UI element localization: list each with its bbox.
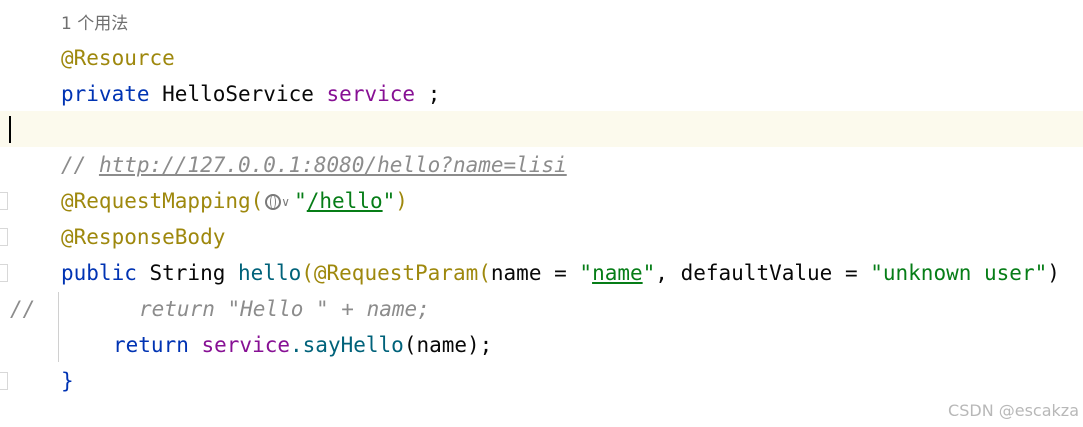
watermark: CSDN @escakza xyxy=(948,401,1079,420)
annotation-response-body: @ResponseBody xyxy=(61,225,226,249)
chevron-down-icon[interactable]: ∨ xyxy=(281,184,290,220)
indent-guide xyxy=(58,292,59,362)
param-value-link[interactable]: name xyxy=(592,261,643,285)
paren: ) xyxy=(395,189,408,213)
usage-hint[interactable]: 1 个用法 xyxy=(61,9,128,34)
mapping-path-link[interactable]: /hello xyxy=(307,189,383,213)
string-quote: " xyxy=(382,189,396,213)
code-line[interactable]: } xyxy=(0,363,1083,399)
code-line[interactable]: return service.sayHello(name); xyxy=(0,327,1083,363)
field-name: service xyxy=(188,333,291,357)
keyword: return xyxy=(113,333,189,357)
type-name: String xyxy=(136,261,239,285)
method-call: .sayHello xyxy=(290,333,404,357)
code-line[interactable]: private HelloService service ; xyxy=(0,76,1083,112)
default-value-string: "unknown user" xyxy=(870,261,1048,285)
code-line[interactable]: // return "Hello " + name; xyxy=(0,291,1083,327)
closing-brace: } xyxy=(61,369,74,393)
code-line[interactable]: // http://127.0.0.1:8080/hello?name=lisi xyxy=(0,147,1083,183)
param-name: name = xyxy=(490,261,580,285)
code-line[interactable]: public String hello(@RequestParam(name =… xyxy=(0,255,1083,291)
globe-icon[interactable] xyxy=(265,194,282,210)
code-editor[interactable]: 1 个用法 @Resource private HelloService ser… xyxy=(0,0,1083,427)
code-line[interactable]: @RequestMapping(∨ "/hello") xyxy=(0,183,1083,219)
string-quote: " xyxy=(642,261,656,285)
line-comment-marker: // xyxy=(10,297,36,321)
string-quote: " xyxy=(579,261,593,285)
keyword: private xyxy=(61,82,150,106)
annotation-request-param: (@RequestParam( xyxy=(301,261,491,285)
call-args: (name); xyxy=(403,333,493,357)
fold-marker[interactable] xyxy=(0,264,8,282)
type-name: HelloService xyxy=(149,82,327,106)
fold-marker[interactable] xyxy=(0,192,8,210)
code-line[interactable]: @Resource xyxy=(0,40,1083,76)
annotation-resource: @Resource xyxy=(61,46,175,70)
keyword: public xyxy=(61,261,137,285)
current-line[interactable] xyxy=(0,111,1083,147)
paren: ) xyxy=(1047,261,1060,285)
field-name: service xyxy=(326,82,416,106)
fold-marker[interactable] xyxy=(0,372,8,390)
semicolon: ; xyxy=(415,82,441,106)
annotation-request-mapping: @RequestMapping( xyxy=(61,189,264,213)
code-line[interactable]: @ResponseBody xyxy=(0,219,1083,255)
string-quote: " xyxy=(294,189,307,213)
fold-marker[interactable] xyxy=(0,228,8,246)
comment-url-link[interactable]: http://127.0.0.1:8080/hello?name=lisi xyxy=(99,153,567,177)
comment-prefix: // xyxy=(61,153,99,177)
method-name: hello xyxy=(238,261,302,285)
commented-return: return "Hello " + name; xyxy=(139,297,430,321)
text-caret xyxy=(9,116,11,143)
param-default: , defaultValue = xyxy=(655,261,871,285)
